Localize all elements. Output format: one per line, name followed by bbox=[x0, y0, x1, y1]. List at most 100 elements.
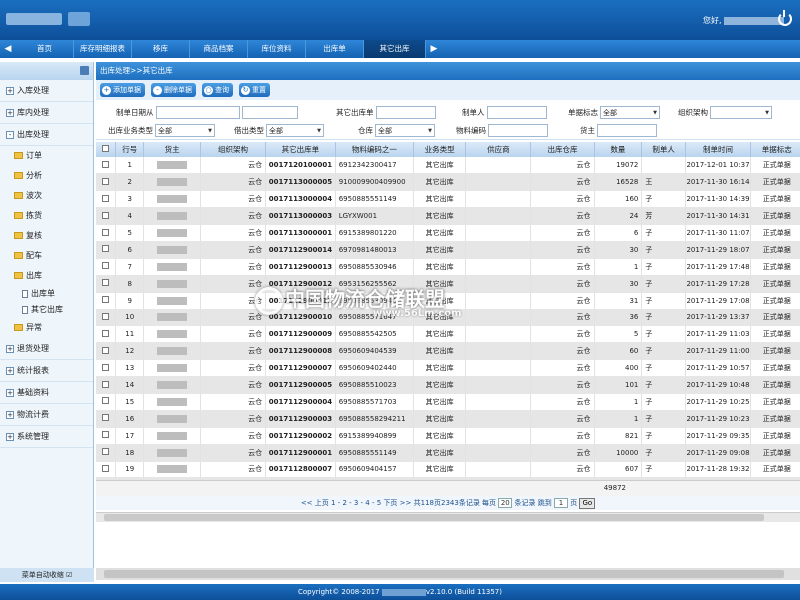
row-checkbox[interactable] bbox=[102, 346, 110, 354]
page-scrollbar[interactable] bbox=[96, 568, 800, 580]
table-cell: 6950885530946 bbox=[335, 292, 415, 310]
row-checkbox[interactable] bbox=[102, 380, 110, 388]
menu-outbound[interactable]: 出库单 bbox=[306, 40, 364, 58]
row-checkbox[interactable] bbox=[102, 448, 110, 456]
query-button[interactable]: ○ 查询 bbox=[202, 83, 233, 97]
grid-scrollbar[interactable] bbox=[96, 512, 800, 522]
table-cell: 13 bbox=[115, 359, 145, 378]
row-checkbox[interactable] bbox=[102, 160, 110, 168]
code-input[interactable] bbox=[488, 124, 548, 137]
next-link[interactable]: 下页 >> bbox=[383, 499, 411, 507]
table-row[interactable]: 17 云仓 0017112900002 6915389940899 其它出库 云仓 821 子… bbox=[96, 427, 800, 445]
row-checkbox[interactable] bbox=[102, 211, 110, 219]
row-checkbox[interactable] bbox=[102, 296, 110, 304]
biztype-select[interactable]: 全部 bbox=[155, 124, 215, 137]
table-row[interactable]: 13 云仓 0017112900007 6950609402440 其它出库 云仓 400 子… bbox=[96, 359, 800, 378]
sidebar-group-return[interactable]: + 退货处理 bbox=[0, 338, 93, 360]
table-cell: 0017112900010 bbox=[265, 309, 336, 327]
sidebar-group-outbound[interactable]: - 出库处理 bbox=[0, 124, 93, 146]
page-links[interactable]: 1 - 2 - 3 - 4 - 5 bbox=[331, 499, 381, 507]
date-to-input[interactable] bbox=[241, 106, 298, 119]
sidebar-item-analysis[interactable]: 分析 bbox=[0, 166, 93, 186]
menu-home[interactable]: 首页 bbox=[16, 40, 74, 58]
row-checkbox[interactable] bbox=[102, 464, 110, 472]
jump-input[interactable]: 1 bbox=[553, 498, 568, 508]
row-checkbox[interactable] bbox=[102, 228, 110, 236]
table-row[interactable]: 10 云仓 0017112900010 6950885571647 其它出库 云仓 36 子 2… bbox=[96, 309, 800, 327]
owner-input[interactable] bbox=[597, 124, 657, 137]
row-checkbox[interactable] bbox=[102, 414, 110, 422]
logout-power-icon[interactable] bbox=[778, 10, 792, 26]
table-row[interactable]: 6 云仓 0017112900014 6970981480013 其它出库 云仓 30 子 20… bbox=[96, 241, 800, 259]
no-input[interactable] bbox=[375, 106, 436, 119]
reset-button[interactable]: ↻ 重置 bbox=[239, 83, 270, 97]
sidebar-item-exception[interactable]: 异常 bbox=[0, 318, 93, 338]
table-row[interactable]: 18 云仓 0017112900001 6950885551149 其它出库 云仓 1000… bbox=[96, 444, 800, 462]
sidebar-group-inbound[interactable]: + 入库处理 bbox=[0, 80, 93, 102]
sidebar-group-report[interactable]: + 统计报表 bbox=[0, 360, 93, 382]
menu-other-outbound[interactable]: 其它出库 bbox=[364, 40, 426, 58]
table-row[interactable]: 4 云仓 0017113000003 LGYXW001 其它出库 云仓 24 芳 2017-11… bbox=[96, 207, 800, 226]
sidebar-group-basic[interactable]: + 基础资料 bbox=[0, 382, 93, 404]
table-cell bbox=[143, 342, 201, 361]
sidebar-item-wave[interactable]: 波次 bbox=[0, 186, 93, 206]
sidebar-sub-outbound-order[interactable]: 出库单 bbox=[0, 286, 93, 302]
row-checkbox[interactable] bbox=[102, 363, 110, 371]
menu-location[interactable]: 库位资料 bbox=[248, 40, 306, 58]
sidebar-item-outbound[interactable]: 出库 bbox=[0, 266, 93, 286]
sidebar-toggle-icon[interactable] bbox=[80, 66, 89, 75]
table-cell: 2 bbox=[115, 173, 145, 192]
sidebar-auto-collapse[interactable]: 菜单自动收缩 ☑ bbox=[0, 568, 94, 582]
table-row[interactable]: 14 云仓 0017112900005 6950885510023 其它出库 云仓 101 子… bbox=[96, 376, 800, 394]
row-checkbox[interactable] bbox=[102, 431, 110, 439]
menu-product[interactable]: 商品档案 bbox=[190, 40, 248, 58]
sidebar-group-system[interactable]: + 系统管理 bbox=[0, 426, 93, 448]
prev-link[interactable]: << 上页 bbox=[301, 499, 329, 507]
table-row[interactable]: 5 云仓 0017113000001 6915389801220 其它出库 云仓 6 子 201… bbox=[96, 224, 800, 242]
row-checkbox[interactable] bbox=[102, 397, 110, 405]
row-checkbox[interactable] bbox=[102, 177, 110, 185]
maker-input[interactable] bbox=[486, 106, 547, 119]
sidebar-group-billing[interactable]: + 物流计费 bbox=[0, 404, 93, 426]
row-checkbox[interactable] bbox=[102, 262, 110, 270]
table-row[interactable]: 8 云仓 0017112900012 6953156255562 其它出库 云仓 30 子 20… bbox=[96, 275, 800, 293]
menu-stock-report[interactable]: 库存明细报表 bbox=[74, 40, 132, 58]
row-checkbox[interactable] bbox=[102, 329, 110, 337]
table-row[interactable]: 3 云仓 0017113000004 6950885551149 其它出库 云仓 160 子 2… bbox=[96, 190, 800, 209]
table-cell bbox=[143, 292, 201, 310]
table-row[interactable]: 2 云仓 0017113000005 910009900409900 其它出库 云仓 165… bbox=[96, 173, 800, 192]
table-row[interactable]: 1 云仓 0017120100001 6912342300417 其它出库 云仓 19072… bbox=[96, 157, 800, 175]
table-row[interactable]: 19 云仓 0017112800007 6950609404157 其它出库 云仓 607 子… bbox=[96, 461, 800, 479]
flag-select[interactable]: 全部 bbox=[600, 106, 660, 119]
table-row[interactable]: 11 云仓 0017112900009 6950885542505 其它出库 云仓 5 子 20… bbox=[96, 325, 800, 344]
table-row[interactable]: 16 云仓 0017112900003 695088558294211 其它出库 云仓 1 子… bbox=[96, 410, 800, 428]
wh-select[interactable]: 全部 bbox=[375, 124, 435, 137]
menu-move[interactable]: 移库 bbox=[132, 40, 190, 58]
menu-left-arrow-icon[interactable]: ◀ bbox=[0, 40, 16, 58]
sidebar-sub-other-outbound[interactable]: 其它出库 bbox=[0, 302, 93, 318]
sidebar-item-check[interactable]: 复核 bbox=[0, 226, 93, 246]
table-row[interactable]: 9 云仓 0017112900011 6950885530946 其它出库 云仓 31 子 20… bbox=[96, 292, 800, 310]
select-all-checkbox[interactable] bbox=[102, 145, 110, 152]
row-checkbox[interactable] bbox=[102, 279, 110, 287]
sidebar-item-vehicle[interactable]: 配车 bbox=[0, 246, 93, 266]
per-page-input[interactable]: 20 bbox=[498, 498, 513, 508]
row-checkbox[interactable] bbox=[102, 194, 110, 202]
outtype-select[interactable]: 全部 bbox=[266, 124, 324, 137]
table-row[interactable]: 12 云仓 0017112900008 6950609404539 其它出库 云仓 60 子 2… bbox=[96, 342, 800, 361]
date-from-input[interactable] bbox=[155, 106, 240, 119]
table-row[interactable]: 15 云仓 0017112900004 6950885571703 其它出库 云仓 1 子 20… bbox=[96, 393, 800, 411]
go-button[interactable]: Go bbox=[579, 498, 596, 509]
table-row[interactable]: 7 云仓 0017112900013 6950885530946 其它出库 云仓 1 子 201… bbox=[96, 258, 800, 276]
row-checkbox[interactable] bbox=[102, 312, 110, 320]
sidebar-group-warehouse[interactable]: + 库内处理 bbox=[0, 102, 93, 124]
delete-button[interactable]: - 删除单据 bbox=[151, 83, 196, 97]
sidebar-item-picking[interactable]: 拣货 bbox=[0, 206, 93, 226]
sidebar-item-order[interactable]: 订单 bbox=[0, 146, 93, 166]
row-checkbox[interactable] bbox=[102, 245, 110, 253]
column-header[interactable] bbox=[96, 142, 117, 157]
add-button[interactable]: + 添加单据 bbox=[100, 83, 145, 97]
table-cell: 0017112900011 bbox=[265, 292, 336, 310]
menu-right-arrow-icon[interactable]: ▶ bbox=[426, 40, 442, 58]
org-select[interactable] bbox=[710, 106, 772, 119]
